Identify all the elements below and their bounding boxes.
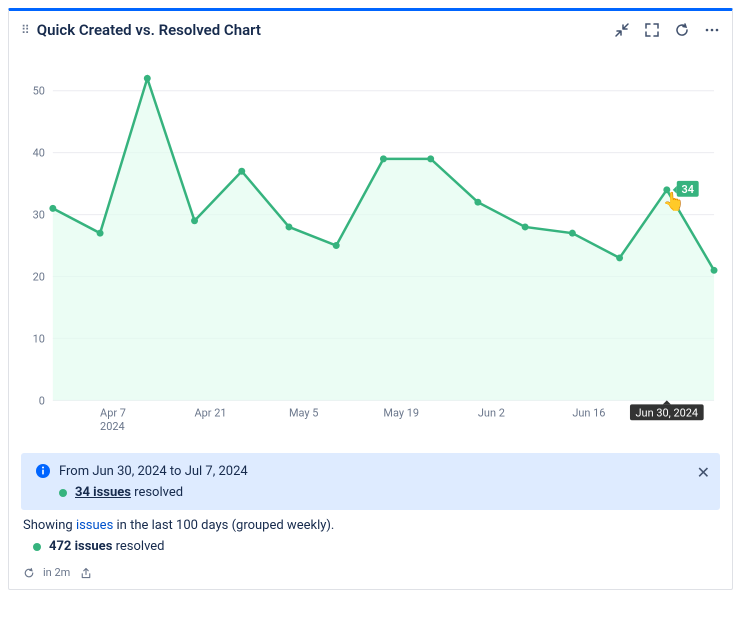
drag-handle-icon[interactable]: ⠿: [21, 23, 29, 37]
info-count-suffix: resolved: [131, 485, 183, 500]
card-header: ⠿ Quick Created vs. Resolved Chart: [9, 11, 732, 45]
svg-text:Apr 7: Apr 7: [100, 406, 126, 419]
summary-total-suffix: resolved: [112, 539, 164, 554]
close-icon[interactable]: ✕: [697, 463, 710, 482]
refresh-icon[interactable]: [674, 22, 690, 38]
info-panel: ✕ From Jun 30, 2024 to Jul 7, 2024 34 is…: [21, 453, 720, 510]
refresh-icon[interactable]: [23, 567, 35, 579]
chart-svg[interactable]: 0 10 20 30 40 50 Apr 7 Apr 21 May 5 May 19 Jun 2 Ju…: [17, 45, 724, 445]
svg-text:Jun 16: Jun 16: [572, 406, 605, 419]
card-title: Quick Created vs. Resolved Chart: [37, 21, 614, 39]
svg-text:10: 10: [33, 332, 45, 345]
svg-text:50: 50: [33, 85, 45, 98]
share-icon[interactable]: [80, 567, 92, 579]
svg-text:Jun 30, 2024: Jun 30, 2024: [636, 406, 699, 419]
summary-suffix: in the last 100 days (grouped weekly).: [113, 518, 334, 533]
chart-gadget-card: ⠿ Quick Created vs. Resolved Chart 0 10 20…: [8, 8, 733, 590]
info-count-link[interactable]: 34 issues: [75, 485, 131, 500]
svg-text:30: 30: [33, 209, 45, 222]
summary: Showing issues in the last 100 days (gro…: [9, 516, 732, 562]
svg-text:Jun 2: Jun 2: [478, 406, 505, 419]
chart-area[interactable]: 0 10 20 30 40 50 Apr 7 Apr 21 May 5 May 19 Jun 2 Ju…: [9, 45, 732, 445]
svg-text:👆: 👆: [663, 191, 685, 213]
info-range-text: From Jun 30, 2024 to Jul 7, 2024: [59, 464, 248, 479]
fullscreen-icon[interactable]: [644, 22, 660, 38]
card-footer: in 2m: [9, 562, 732, 589]
svg-text:40: 40: [33, 147, 45, 160]
series-dot-icon: [33, 543, 41, 551]
more-icon[interactable]: [704, 22, 720, 38]
info-count-wrap: 34 issues resolved: [75, 485, 183, 500]
summary-total: 472 issues resolved: [23, 539, 718, 554]
info-icon: [35, 463, 51, 479]
svg-text:20: 20: [33, 270, 45, 283]
series-dot-icon: [59, 489, 67, 497]
summary-line: Showing issues in the last 100 days (gro…: [23, 518, 718, 533]
svg-text:2024: 2024: [100, 420, 125, 433]
svg-text:May 5: May 5: [289, 406, 318, 419]
summary-total-count: 472 issues: [49, 539, 112, 554]
summary-prefix: Showing: [23, 518, 76, 533]
summary-link[interactable]: issues: [76, 518, 113, 533]
refresh-time: in 2m: [43, 566, 70, 579]
header-actions: [614, 22, 720, 38]
summary-total-wrap: 472 issues resolved: [49, 539, 165, 554]
svg-text:Apr 21: Apr 21: [195, 406, 227, 419]
collapse-icon[interactable]: [614, 22, 630, 38]
svg-text:0: 0: [39, 394, 45, 407]
svg-text:May 19: May 19: [383, 406, 419, 419]
